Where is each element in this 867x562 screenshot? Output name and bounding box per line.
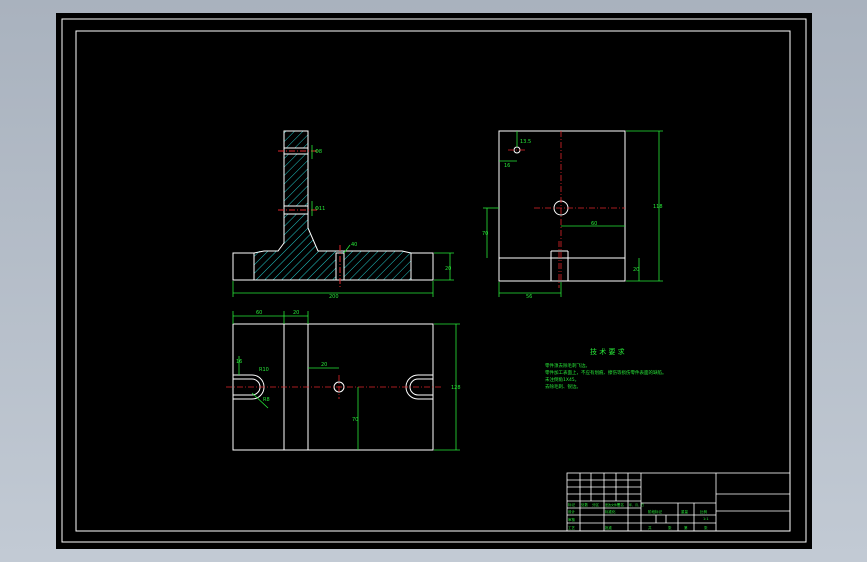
tech-req-item-4: 去除毛刺、锐边。 [545,383,581,390]
cad-drawing: Φ8 Φ11 40 20 200 13.5 16 70 60 118 56 20… [61,18,807,543]
tb-label-weight: 重量 [681,509,689,514]
drawing-sheet: Φ8 Φ11 40 20 200 13.5 16 70 60 118 56 20… [56,13,812,549]
dim-overall-height-top: 128 [451,385,461,391]
title-block-labels: 标记 处数 分区 更改文件号 签名 年、月、日 设计 标准化 阶段标记 重量 比… [568,502,709,530]
tb-label-sign: 签名 [617,502,624,507]
dim-hole-lower: Φ11 [315,206,325,212]
dim-base-height: 20 [445,266,451,272]
tb-label-scale: 比例 [700,509,708,514]
tb-label-design: 设计 [568,509,576,514]
front-view: Φ8 Φ11 40 20 200 [232,130,454,300]
tb-scale-value: 1:1 [703,517,709,521]
dim-hole-offset-x: 16 [504,163,510,169]
dim-hole-height: 70 [482,231,488,237]
dim-base-width: 56 [526,294,532,300]
dim-slot-depth: 40 [351,242,357,248]
dim-overall-height: 118 [653,204,663,210]
tb-label-review: 审核 [568,517,576,522]
dim-left-step: 20 [633,267,639,273]
dim-slot-width: 16 [236,359,242,365]
tech-req-title: 技 术 要 求 [590,347,625,356]
tb-label-standard: 标准化 [605,509,616,514]
tb-label-stage: 阶段标记 [648,509,662,514]
dim-hole-x: 20 [321,362,327,368]
tb-label-sheets: 张 [668,525,672,530]
technical-requirements: 技 术 要 求 零件须去除毛刺飞边。 零件加工表面上，不应有划痕、擦伤等损伤零件… [545,347,667,390]
dim-slot-radius: R10 [259,367,269,373]
tb-label-approve: 批准 [605,525,613,530]
dim-hole-y: 70 [352,417,358,423]
dim-step: 20 [293,310,299,316]
top-view: 60 20 16 R10 R8 20 70 128 [226,310,461,451]
tb-label-mark: 标记 [568,502,576,507]
tb-label-process: 工艺 [568,525,576,530]
title-block [566,472,791,532]
dim-hole-center-x: 60 [591,221,597,227]
side-view: 13.5 16 70 60 118 56 20 [482,130,663,300]
dim-slot-radius-2: R8 [263,397,270,403]
tech-req-item-2: 零件加工表面上，不应有划痕、擦伤等损伤零件表面的缺陷。 [545,369,667,376]
dim-left-part: 60 [256,310,262,316]
tb-label-total: 共 [648,525,652,530]
tb-label-sheet: 张 [704,525,708,530]
dim-hole-upper: Φ8 [315,149,322,155]
tb-label-zone: 分区 [592,502,600,507]
tb-label-count: 处数 [581,502,589,507]
dim-hole-offset-y: 13.5 [520,139,531,145]
tech-req-item-1: 零件须去除毛刺飞边。 [545,362,590,369]
dim-overall-width: 200 [329,294,339,300]
outer-frame [61,18,807,543]
tb-label-no: 第 [684,525,688,530]
tb-label-date: 年、月、日 [629,502,644,507]
front-section-hatch [254,131,411,280]
tech-req-item-3: 未注倒角1X45。 [545,376,579,383]
